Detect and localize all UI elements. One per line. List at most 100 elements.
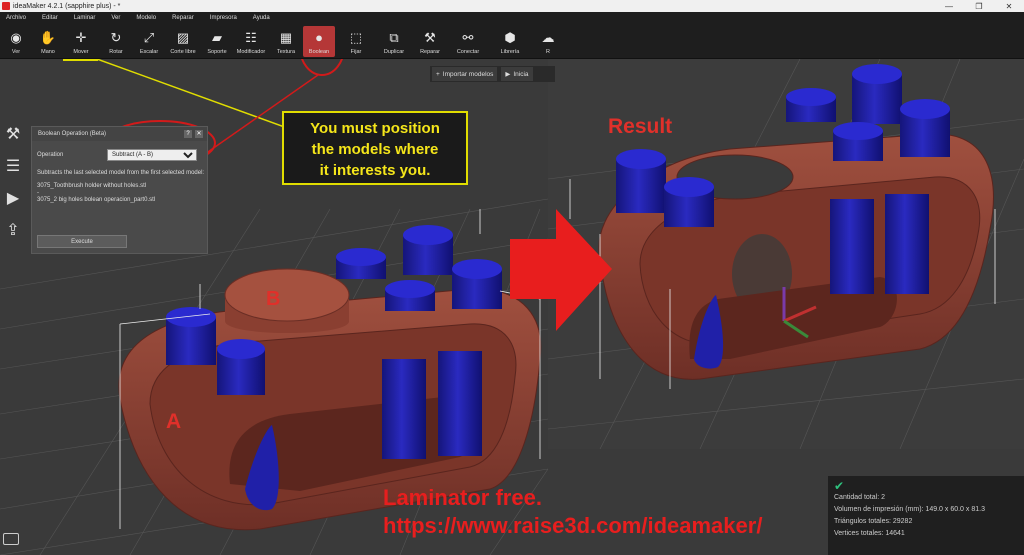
dialog-close-button[interactable]: ✕: [195, 130, 203, 138]
import-models-button[interactable]: + Importar modelos: [432, 67, 498, 81]
total-vertices: Vertices totales: 14641: [834, 530, 905, 537]
model-b-filename: 3075_2 big holes bolean operacion_part0.…: [37, 197, 156, 203]
tool-label: Textura: [276, 49, 296, 55]
eye-icon: ◉: [10, 29, 22, 45]
operation-label: Operation: [37, 152, 64, 158]
hand-icon: ✋: [39, 29, 57, 45]
tool-label: Boolean: [308, 49, 330, 55]
menu-impresora[interactable]: Impresora: [204, 15, 247, 21]
menu-reparar[interactable]: Reparar: [166, 15, 204, 21]
total-triangles: Triángulos totales: 29282: [834, 518, 913, 525]
minimize-button[interactable]: —: [934, 2, 964, 11]
texture-icon: ▦: [279, 29, 293, 45]
toolbar: ◉ Ver ✋ Mano ✛ Mover ↻ Rotar ⤢ Escalar ▨ Corte libr…: [0, 24, 1024, 59]
model-separator: -: [37, 190, 39, 196]
scale-icon: ⤢: [143, 29, 155, 45]
connect-icon: ⚯: [462, 29, 474, 45]
tool-textura[interactable]: ▦ Textura: [270, 26, 302, 57]
plus-icon: +: [436, 70, 440, 78]
footer-line-1: Laminator free.: [383, 485, 542, 510]
close-window-button[interactable]: ✕: [994, 2, 1024, 11]
list-icon[interactable]: ☰: [6, 157, 20, 177]
wrench-icon: ⚒: [424, 29, 436, 45]
tool-duplicar[interactable]: ⧉ Duplicar: [378, 26, 410, 57]
tool-ver[interactable]: ◉ Ver: [0, 26, 32, 57]
move-icon: ✛: [75, 29, 87, 45]
menu-ver[interactable]: Ver: [105, 15, 130, 21]
tool-label: Mover: [73, 49, 89, 55]
tool-conectar[interactable]: ⚯ Conectar: [452, 26, 484, 57]
instruction-callout: You must position the models where it in…: [282, 111, 468, 185]
window-title: ideaMaker 4.2.1 (sapphire plus) - *: [13, 2, 121, 10]
support-icon: ▰: [212, 29, 222, 45]
dialog-title: Boolean Operation (Beta): [38, 131, 107, 137]
tool-label: Conectar: [456, 49, 480, 55]
tool-soporte[interactable]: ▰ Soporte: [201, 26, 233, 57]
tool-r[interactable]: ☁ R: [532, 26, 564, 57]
tool-label: Reparar: [420, 49, 440, 55]
tool-label: Rotar: [109, 49, 123, 55]
menu-laminar[interactable]: Laminar: [68, 15, 106, 21]
footer-url: https://www.raise3d.com/ideamaker/: [383, 513, 763, 538]
total-count: Cantidad total: 2: [834, 494, 885, 501]
modifier-icon: ☷: [245, 29, 257, 45]
cloud-icon: ☁: [541, 29, 555, 45]
title-bar: ideaMaker 4.2.1 (sapphire plus) - * — ❐ …: [0, 0, 1024, 12]
result-label: Result: [608, 115, 673, 138]
tool-label: Mano: [41, 49, 55, 55]
menu-bar: Archivo Editar Laminar Ver Modelo Repara…: [0, 12, 1024, 24]
app-icon: [2, 2, 10, 10]
model-info-panel: ✔ Cantidad total: 2 Volumen de impresión…: [828, 476, 1024, 555]
operation-select[interactable]: Subtract (A - B): [107, 149, 197, 161]
tool-label: Duplicar: [383, 49, 405, 55]
menu-archivo[interactable]: Archivo: [0, 15, 36, 21]
tool-mover[interactable]: ✛ Mover: [65, 26, 97, 57]
tool-mano[interactable]: ✋ Mano: [32, 26, 64, 57]
dialog-header: Boolean Operation (Beta) ? ✕: [32, 127, 207, 141]
rotate-icon: ↻: [110, 29, 122, 45]
menu-editar[interactable]: Editar: [36, 15, 68, 21]
maximize-button[interactable]: ❐: [964, 2, 994, 11]
tool-label: R: [546, 49, 550, 55]
wrench-icon[interactable]: ⚒: [6, 125, 20, 145]
tool-rotar[interactable]: ↻ Rotar: [100, 26, 132, 57]
model-a-label: A: [166, 410, 182, 433]
boolean-icon: ●: [315, 29, 323, 45]
pin-icon: ⬚: [349, 29, 363, 45]
tool-label: Modificador: [236, 49, 266, 55]
ideamaker-window: ideaMaker 4.2.1 (sapphire plus) - * — ❐ …: [0, 0, 1024, 555]
duplicate-icon: ⧉: [389, 29, 399, 45]
menu-modelo[interactable]: Modelo: [130, 15, 166, 21]
execute-button[interactable]: Execute: [37, 235, 127, 248]
library-icon: ⬢: [504, 29, 516, 45]
callout-line-3: it interests you.: [319, 162, 431, 179]
tool-boolean[interactable]: ● Boolean: [303, 26, 335, 57]
boolean-operation-dialog: Boolean Operation (Beta) ? ✕ Operation S…: [31, 126, 208, 254]
tool-label: Escalar: [139, 49, 159, 55]
start-slicing-button[interactable]: ▶ Inicia: [501, 67, 533, 81]
tool-label: Corte libre: [170, 49, 196, 55]
tool-modificador[interactable]: ☷ Modificador: [235, 26, 267, 57]
callout-line-2: the models where: [311, 141, 439, 158]
tool-escalar[interactable]: ⤢ Escalar: [133, 26, 165, 57]
tool-label: Librería: [500, 49, 520, 55]
model-b-label: B: [266, 288, 281, 310]
operation-description: Subtracts the last selected model from t…: [37, 170, 205, 176]
tool-reparar[interactable]: ⚒ Reparar: [414, 26, 446, 57]
export-icon[interactable]: ⇪: [6, 221, 19, 241]
tool-label: Fijar: [350, 49, 362, 55]
play-circle-icon: ▶: [505, 71, 511, 78]
play-icon[interactable]: ▶: [7, 189, 19, 209]
side-tool-strip: ⚒ ☰ ▶ ⇪: [0, 125, 26, 241]
menu-ayuda[interactable]: Ayuda: [247, 15, 280, 21]
tool-corte-libre[interactable]: ▨ Corte libre: [167, 26, 199, 57]
keyboard-icon[interactable]: [3, 533, 19, 545]
tool-librer-a[interactable]: ⬢ Librería: [494, 26, 526, 57]
tool-label: Soporte: [207, 49, 227, 55]
help-button[interactable]: ?: [184, 130, 192, 138]
tool-fijar[interactable]: ⬚ Fijar: [340, 26, 372, 57]
check-icon: ✔: [834, 479, 845, 493]
model-a-filename: 3075_Toothbrush holder without holes.stl: [37, 183, 147, 189]
import-bar: + Importar modelos ▶ Inicia: [430, 66, 555, 82]
print-volume: Volumen de impresión (mm): 149.0 x 60.0 …: [834, 506, 985, 513]
